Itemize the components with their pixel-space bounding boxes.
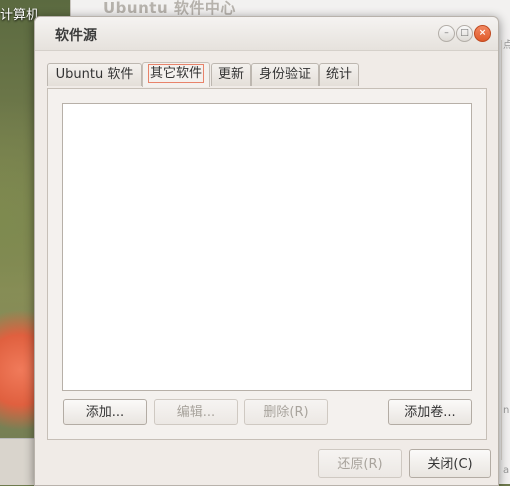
tab-label: 身份验证	[258, 67, 311, 82]
edit-button[interactable]: 编辑...	[154, 399, 238, 425]
add-button[interactable]: 添加...	[63, 399, 147, 425]
minimize-button[interactable]: –	[438, 25, 455, 42]
dialog-titlebar[interactable]: 软件源 – □ ×	[35, 17, 498, 51]
maximize-button[interactable]: □	[456, 25, 473, 42]
dialog-title: 软件源	[55, 28, 97, 44]
tab-label: 统计	[325, 67, 352, 82]
background-window-char: a	[503, 465, 510, 476]
tab-ubuntu-software[interactable]: Ubuntu 软件	[47, 63, 142, 86]
add-volume-button[interactable]: 添加卷...	[388, 399, 472, 425]
tab-other-software[interactable]: 其它软件	[142, 62, 210, 87]
remove-button[interactable]: 删除(R)	[244, 399, 328, 425]
tab-label: 其它软件	[147, 64, 205, 83]
close-window-button[interactable]: ×	[474, 25, 491, 42]
close-button[interactable]: 关闭(C)	[409, 449, 491, 478]
background-window-divider	[501, 40, 510, 460]
desktop-partial-window	[0, 438, 36, 485]
tab-authentication[interactable]: 身份验证	[251, 63, 319, 86]
background-window-char: 点	[503, 40, 510, 51]
tab-label: Ubuntu 软件	[55, 67, 134, 82]
software-sources-dialog: 软件源 – □ × Ubuntu 软件 其它软件 更新 身份验证 统计 添加..…	[34, 16, 499, 486]
revert-button[interactable]: 还原(R)	[318, 449, 402, 478]
tab-panel-other-software: 添加... 编辑... 删除(R) 添加卷...	[47, 88, 487, 440]
tab-updates[interactable]: 更新	[211, 63, 251, 86]
sources-list[interactable]	[62, 103, 472, 391]
tab-label: 更新	[217, 67, 244, 82]
tab-statistics[interactable]: 统计	[319, 63, 359, 86]
background-window-char: n	[503, 405, 510, 416]
